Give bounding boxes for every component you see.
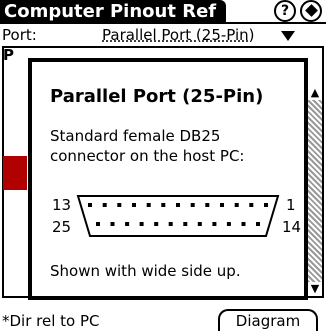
app-title[interactable]: Computer Pinout Ref [0,0,226,24]
connector-pin [154,222,159,226]
connector-pin [241,222,246,226]
dialog-footnote: Shown with wide side up. [50,262,241,280]
connector-pin [249,203,254,207]
connector-dialog[interactable]: Parallel Port (25-Pin) Standard female D… [28,58,308,300]
connector-pin [197,222,202,226]
connector-pin [161,203,166,207]
connector-pin [168,222,173,226]
selected-row-marker [3,156,27,190]
connector-pin [146,203,151,207]
description-line: connector on the host PC: [50,147,245,165]
connector-pin [139,222,144,226]
connector-pin [110,222,115,226]
table-header-fragment: P [3,46,14,64]
menu-button[interactable] [300,0,322,22]
pin-label-14: 14 [282,218,302,236]
scroll-up-icon[interactable]: ▲ [308,86,322,100]
scroll-down-icon[interactable]: ▼ [308,282,322,296]
dialog-title: Parallel Port (25-Pin) [50,86,264,107]
port-selector[interactable]: Parallel Port (25-Pin) [102,26,255,44]
connector-pin [96,222,100,226]
connector-shell [76,195,280,237]
connector-pin [125,222,130,226]
dialog-description: Standard female DB25 connector on the ho… [50,126,300,166]
connector-pin [212,222,217,226]
diagram-button[interactable]: Diagram [218,309,318,331]
chevron-down-icon[interactable] [281,31,295,41]
connector-pin [190,203,195,207]
connector-pin [117,203,122,207]
help-button[interactable]: ? [274,0,296,22]
connector-pin [102,203,107,207]
help-icon: ? [280,3,290,19]
diamond-icon [304,4,318,17]
palm-screen: Computer Pinout Ref ? Port: Parallel Por… [0,0,326,331]
connector-pin [88,203,92,207]
db25-connector-icon [76,195,280,237]
scrollbar[interactable] [308,88,322,294]
pin-label-13: 13 [52,196,72,214]
pin-label-25: 25 [52,218,72,236]
port-label: Port: [2,26,37,44]
connector-pin [226,222,231,226]
connector-pin [256,222,260,226]
description-line: Standard female DB25 [50,127,221,145]
connector-pin [176,203,180,207]
connector-pin [132,203,136,207]
connector-pin [220,203,224,207]
connector-pin [183,222,188,226]
title-rule [0,22,326,24]
connector-pin [264,203,268,207]
direction-note: *Dir rel to PC [2,312,100,330]
pin-label-1: 1 [286,196,296,214]
connector-pin [205,203,210,207]
connector-pin [234,203,239,207]
